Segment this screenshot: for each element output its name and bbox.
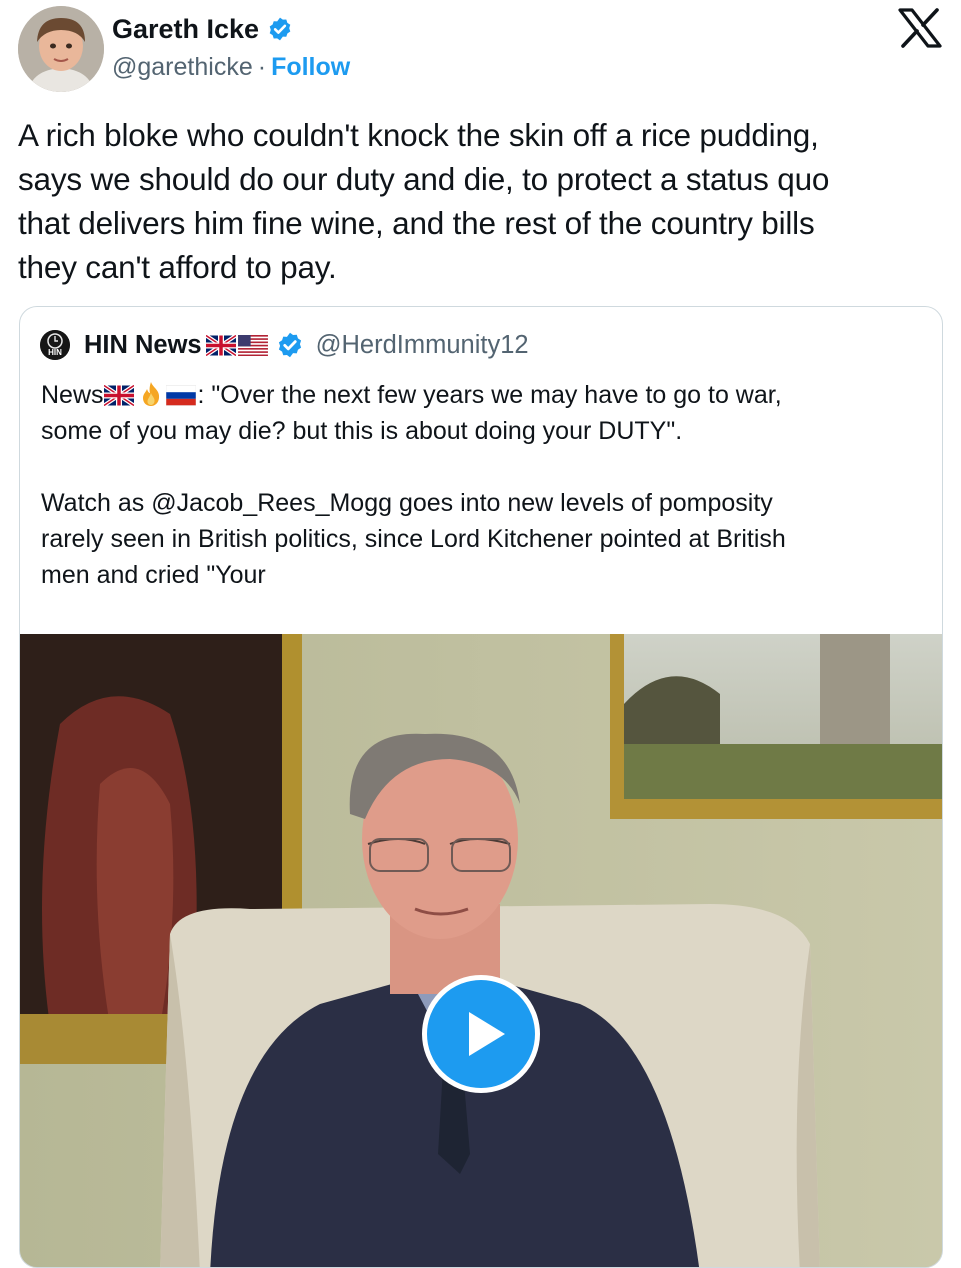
fire-icon: [142, 382, 159, 406]
quoted-text-line: News : "Over the next few years we may h…: [41, 377, 921, 413]
play-icon: [469, 1012, 505, 1056]
quoted-tweet-text: News : "Over the next few years we may h…: [41, 377, 921, 593]
quoted-author-avatar[interactable]: HIN: [40, 330, 70, 360]
tweet-text-line: they can't afford to pay.: [18, 249, 337, 285]
video-still-image: [20, 634, 942, 1267]
uk-flag-icon: [205, 334, 236, 356]
author-subline: @garethicke · Follow: [112, 52, 350, 82]
quoted-text-line: some of you may die? but this is about d…: [41, 417, 683, 445]
play-button[interactable]: [422, 975, 540, 1093]
verified-badge-icon: [269, 17, 291, 41]
quoted-tweet-card[interactable]: HIN HIN News @HerdImmunity12 News: "Ove…: [19, 306, 943, 1268]
quoted-text-line: Watch as @Jacob_Rees_Mogg goes into new …: [41, 489, 773, 517]
quoted-text-line: men and cried "Your: [41, 561, 266, 589]
russia-flag-icon: [165, 385, 196, 406]
x-logo-icon[interactable]: [898, 8, 942, 48]
author-avatar[interactable]: [18, 6, 104, 92]
video-thumbnail[interactable]: [20, 634, 942, 1267]
quoted-text-prefix: News: [41, 381, 104, 409]
author-name-row[interactable]: Gareth Icke: [112, 14, 293, 44]
author-handle[interactable]: @garethicke: [112, 53, 253, 81]
quoted-text-line: rarely seen in British politics, since L…: [41, 525, 786, 553]
quoted-avatar-label: HIN: [48, 348, 62, 357]
us-flag-icon: [237, 334, 268, 356]
quoted-author-handle[interactable]: @HerdImmunity12: [316, 329, 529, 361]
author-name[interactable]: Gareth Icke: [112, 14, 259, 44]
quoted-author-name[interactable]: HIN News: [84, 329, 202, 361]
quoted-tweet-header: HIN HIN News @HerdImmunity12: [40, 329, 529, 361]
quoted-text-line1-rest: : "Over the next few years we may have t…: [197, 381, 782, 409]
follow-button[interactable]: Follow: [271, 53, 350, 81]
tweet-text: A rich bloke who couldn't knock the skin…: [18, 113, 953, 289]
tweet-text-line: A rich bloke who couldn't knock the skin…: [18, 117, 819, 153]
verified-badge-icon: [278, 332, 301, 358]
tweet-text-line: that delivers him fine wine, and the res…: [18, 205, 815, 241]
separator-dot: ·: [257, 53, 267, 81]
uk-flag-icon: [103, 385, 134, 406]
tweet-text-line: says we should do our duty and die, to p…: [18, 161, 830, 197]
